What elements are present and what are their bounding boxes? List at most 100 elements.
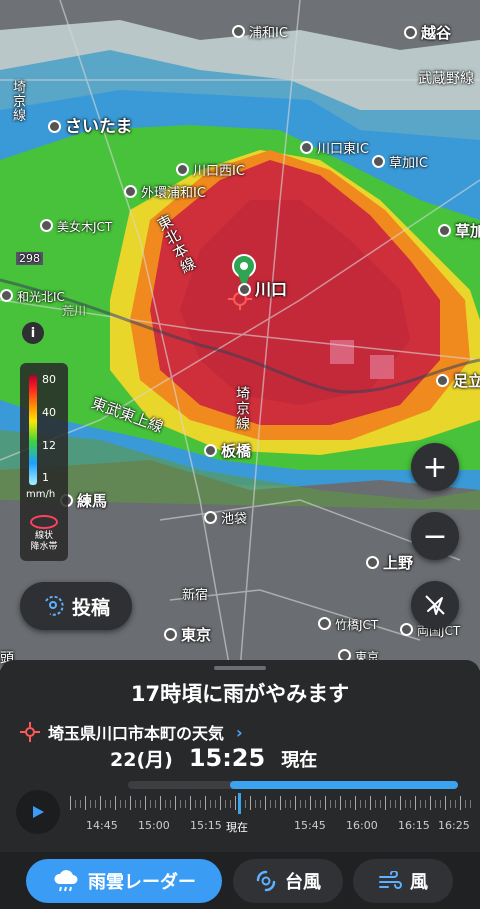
zoom-out-button[interactable]: − bbox=[411, 512, 459, 560]
timeline-tick bbox=[440, 800, 441, 808]
map-label: 外環浦和IC bbox=[124, 182, 206, 201]
timeline-tick bbox=[415, 796, 416, 810]
play-button[interactable] bbox=[16, 790, 60, 834]
timeline-tick bbox=[370, 796, 371, 810]
legend-value: 80 bbox=[42, 373, 56, 386]
map-label: 板橋 bbox=[204, 440, 251, 461]
typhoon-icon bbox=[256, 870, 276, 892]
timeline-tick bbox=[100, 796, 101, 810]
map-label: さいたま bbox=[48, 112, 133, 137]
timeline-tick bbox=[105, 800, 106, 808]
rainfall-legend: 80 40 12 1 mm/h 線状 降水帯 bbox=[20, 363, 68, 561]
timeline-tick bbox=[275, 800, 276, 808]
timeline-tick bbox=[145, 796, 146, 810]
legend-value: 40 bbox=[42, 406, 56, 419]
timeline-cursor[interactable] bbox=[238, 793, 241, 814]
timeline-tick bbox=[155, 800, 156, 808]
panel-drag-handle[interactable] bbox=[214, 666, 266, 670]
rain-cloud-icon bbox=[54, 870, 78, 892]
timeline-tick bbox=[185, 800, 186, 808]
tab-typhoon[interactable]: 台風 bbox=[233, 859, 343, 903]
map-label: 上野 bbox=[366, 552, 413, 573]
map-label: 足立 bbox=[436, 370, 480, 391]
timeline-tick bbox=[310, 796, 311, 810]
timeline-tick bbox=[350, 800, 351, 808]
timeline-tick bbox=[290, 800, 291, 808]
map-label: 埼京線 bbox=[10, 80, 25, 122]
time-label: 15:25 bbox=[188, 744, 266, 772]
legend-color-bar bbox=[29, 375, 37, 485]
timeline-tick bbox=[400, 796, 401, 810]
timeline-tick bbox=[300, 800, 301, 808]
timeline-tick bbox=[365, 800, 366, 808]
timeline-tick bbox=[435, 800, 436, 808]
chevron-right-icon: › bbox=[236, 722, 243, 742]
timeline-tick bbox=[305, 800, 306, 808]
rain-stop-headline: 17時頃に雨がやみます bbox=[130, 682, 350, 706]
timeline-tick bbox=[245, 800, 246, 808]
timeline-tick bbox=[355, 796, 356, 810]
location-name: 埼玉県川口市本町の天気 bbox=[48, 724, 225, 743]
now-label: 現在 bbox=[281, 750, 318, 771]
timeline-tick bbox=[390, 800, 391, 808]
map-label: 東京 bbox=[164, 624, 211, 645]
timeline-tick bbox=[180, 800, 181, 808]
date-label: 22(月) bbox=[110, 749, 173, 771]
timeline-tick bbox=[75, 800, 76, 808]
timeline-tick bbox=[280, 796, 281, 810]
timeline-tick bbox=[405, 800, 406, 808]
tab-label: 台風 bbox=[285, 872, 321, 893]
current-time-row: 22(月) 15:25 現在 bbox=[110, 744, 317, 772]
timeline-tick bbox=[90, 800, 91, 808]
crosshair-icon bbox=[20, 722, 40, 742]
timeline-tick bbox=[425, 800, 426, 808]
timeline-tick bbox=[450, 800, 451, 808]
map-label: 草加 bbox=[438, 220, 480, 241]
map-label: 298 bbox=[16, 252, 43, 265]
timeline-tick bbox=[210, 800, 211, 808]
timeline-tick bbox=[220, 796, 221, 810]
post-label: 投稿 bbox=[71, 596, 110, 619]
timeline-tick bbox=[360, 800, 361, 808]
timeline-tick bbox=[120, 800, 121, 808]
timeline-tick bbox=[235, 796, 236, 810]
timeline-tick bbox=[225, 800, 226, 808]
wind-icon bbox=[379, 871, 402, 889]
zoom-in-button[interactable]: + bbox=[411, 443, 459, 491]
map-label: 新宿 bbox=[182, 588, 209, 603]
timeline-tick bbox=[255, 800, 256, 808]
timeline-tick bbox=[445, 796, 446, 810]
timeline-tick bbox=[385, 796, 386, 810]
timeline-tick bbox=[125, 800, 126, 808]
map-label: 荒川 bbox=[62, 304, 87, 318]
timeline-tick bbox=[380, 800, 381, 808]
timeline-label: 16:15 bbox=[398, 819, 430, 832]
post-button[interactable]: 投稿 bbox=[20, 582, 132, 630]
timeline-tick bbox=[195, 800, 196, 808]
map-label: 埼京線 bbox=[234, 386, 250, 431]
timeline-label: 15:15 bbox=[190, 819, 222, 832]
map-label: 草加IC bbox=[372, 152, 428, 171]
map-label: 武蔵野線 bbox=[418, 71, 474, 87]
map-label: 池袋 bbox=[204, 508, 247, 527]
compass-button[interactable] bbox=[411, 581, 459, 629]
tab-label: 風 bbox=[410, 872, 428, 893]
radar-map[interactable]: 浦和IC 越谷 埼京線 さいたま 武蔵野線 川口東IC 川口西IC 草加IC 外… bbox=[0, 0, 480, 670]
map-label: 越谷 bbox=[404, 22, 451, 43]
map-label: 川口 bbox=[238, 276, 287, 300]
location-link[interactable]: 埼玉県川口市本町の天気 › bbox=[20, 720, 243, 744]
timeline-tick bbox=[140, 800, 141, 808]
tab-wind[interactable]: 風 bbox=[353, 859, 453, 903]
timeline-tick bbox=[130, 796, 131, 810]
timeline-tick bbox=[460, 796, 461, 810]
timeline-ticks bbox=[70, 796, 474, 810]
timeline-tick bbox=[420, 800, 421, 808]
timeline-tick bbox=[230, 800, 231, 808]
timeline-tick bbox=[470, 800, 471, 808]
timeline-tick bbox=[80, 800, 81, 808]
tab-label: 雨雲レーダー bbox=[88, 872, 196, 893]
timeline-tick bbox=[265, 796, 266, 810]
tab-rain-radar[interactable]: 雨雲レーダー bbox=[26, 859, 222, 903]
timeline-tick bbox=[335, 800, 336, 808]
info-button[interactable]: i bbox=[22, 322, 44, 344]
